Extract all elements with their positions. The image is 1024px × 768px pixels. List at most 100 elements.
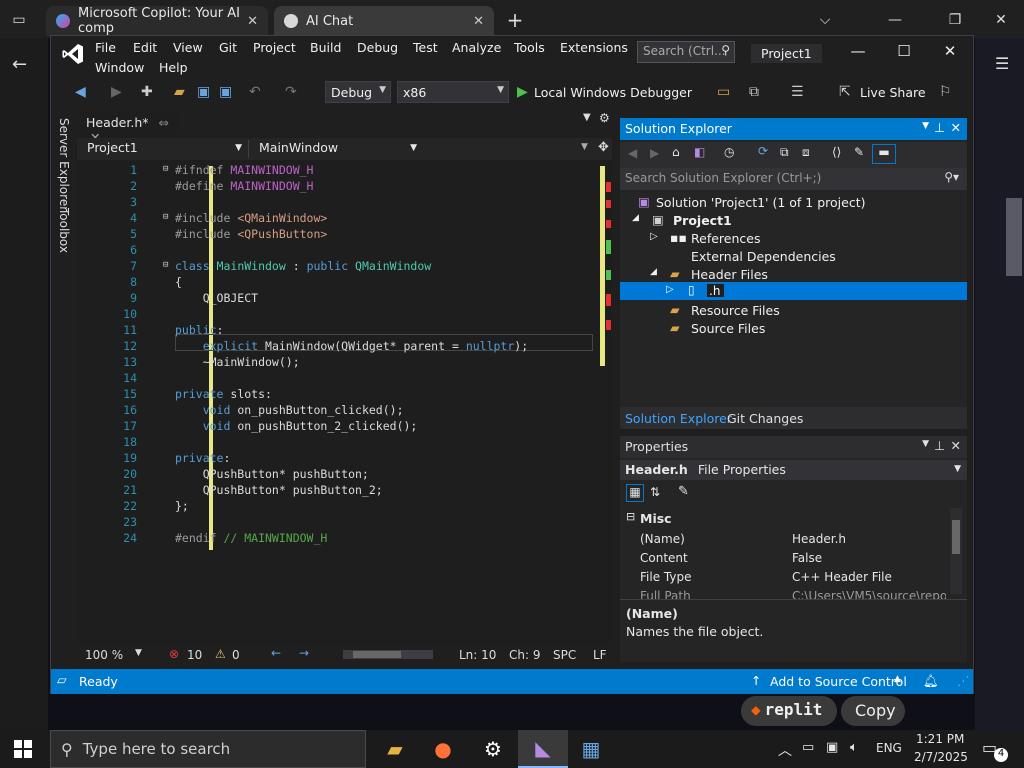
maximize-icon[interactable]: ☐ <box>889 42 919 60</box>
forward-icon[interactable]: ▶ <box>650 146 659 160</box>
configuration-select[interactable]: Debug ▼ <box>325 81 391 103</box>
close-icon[interactable]: ✕ <box>951 120 961 135</box>
notifications-icon[interactable]: 🔔︎ <box>923 673 939 689</box>
line-ending[interactable]: LF <box>593 648 607 662</box>
menu-file[interactable]: File <box>95 40 116 55</box>
pin-icon[interactable]: ⊥ <box>934 120 945 135</box>
warning-count[interactable]: 0 <box>232 648 240 662</box>
browser-tab-copilot[interactable]: Microsoft Copilot: Your AI comp ✕ <box>46 6 268 36</box>
menu-project[interactable]: Project <box>253 40 296 55</box>
tab-actions-icon[interactable]: ▭ <box>4 8 34 32</box>
zoom-dropdown-icon[interactable]: ▼ <box>135 648 142 658</box>
property-row[interactable]: (Name) Header.h <box>620 530 948 549</box>
code-line[interactable]: { <box>175 275 182 289</box>
menu-build[interactable]: Build <box>310 40 341 55</box>
tree-references[interactable]: References <box>691 231 760 246</box>
horizontal-scroll-thumb[interactable] <box>353 651 401 658</box>
menu-edit[interactable]: Edit <box>133 40 157 55</box>
save-all-icon[interactable]: ▣ <box>219 84 232 100</box>
code-line[interactable]: #endif // MAINWINDOW_H <box>175 531 327 545</box>
collapse-all-icon[interactable]: ⧉ <box>780 145 789 160</box>
prev-issue-icon[interactable]: ← <box>271 646 281 660</box>
menu-debug[interactable]: Debug <box>357 40 398 55</box>
menu-help[interactable]: Help <box>159 60 188 75</box>
properties-icon[interactable]: ✎ <box>854 145 864 159</box>
collapsed-chevron-icon[interactable]: ▷ <box>650 231 658 242</box>
code-line[interactable]: QPushButton* pushButton; <box>175 467 369 481</box>
code-view-icon[interactable]: ⟨⟩ <box>832 145 841 159</box>
property-row[interactable]: File Type C++ Header File <box>620 568 948 587</box>
back-icon[interactable]: ◀ <box>628 146 637 160</box>
menu-icon[interactable]: ☰ <box>995 54 1009 73</box>
settings-icon[interactable]: ⚙ <box>599 111 610 125</box>
save-icon[interactable]: ▣ <box>197 84 210 100</box>
redo-icon[interactable]: ↷ <box>285 84 297 100</box>
folder-icon[interactable]: ▭ <box>717 84 730 100</box>
pin-icon[interactable]: ⇔ <box>159 115 169 130</box>
tab-list-dropdown-icon[interactable]: ▼ <box>583 112 591 123</box>
error-count[interactable]: 10 <box>187 648 202 662</box>
panel-dropdown-icon[interactable]: ▼ <box>922 439 929 449</box>
tab-header-h[interactable]: Header.h* ⇔ ✕ <box>81 110 179 145</box>
live-share-button[interactable]: Live Share <box>860 85 926 100</box>
code-area[interactable]: 1 #ifndef MAINWINDOW_H 2 #define MAINWINDOW… <box>77 160 597 630</box>
categorized-icon[interactable]: ▦ <box>626 484 644 502</box>
close-icon[interactable]: ✕ <box>935 42 965 60</box>
chevron-down-icon[interactable]: ⌵ <box>810 8 840 32</box>
code-line[interactable]: #ifndef MAINWINDOW_H <box>175 163 313 177</box>
line-number[interactable]: Ln: 10 <box>459 648 496 662</box>
fold-toggle-icon[interactable]: ⊟ <box>163 212 168 222</box>
clock-time[interactable]: 1:21 PM <box>916 732 964 746</box>
vs-search-input[interactable]: Search (Ctrl... ⚲ <box>637 41 735 63</box>
alphabetical-icon[interactable]: ⇅ <box>650 485 660 499</box>
close-icon[interactable]: ✕ <box>951 438 961 453</box>
pending-changes-icon[interactable]: ◷ <box>724 145 734 159</box>
split-editor-icon[interactable]: ✥ <box>598 140 609 155</box>
nav-forward-icon[interactable]: ▶ <box>111 84 122 100</box>
menu-view[interactable]: View <box>173 40 203 55</box>
battery-icon[interactable]: ▭ <box>802 740 814 755</box>
refresh-icon[interactable]: ⟳ <box>758 144 768 158</box>
file-explorer-icon[interactable]: ▰ <box>370 730 420 768</box>
new-item-icon[interactable]: ✚ <box>141 84 153 100</box>
tab-solution-explorer[interactable]: Solution Explorer <box>625 411 732 426</box>
rename-input[interactable]: .h <box>706 283 725 298</box>
zoom-level[interactable]: 100 % <box>85 648 123 662</box>
code-line[interactable]: Q_OBJECT <box>175 291 258 305</box>
scope-nav-select[interactable]: MainWindow ▼ <box>255 140 421 158</box>
visual-studio-taskbar-icon[interactable]: ◣ <box>518 730 568 768</box>
menu-tools[interactable]: Tools <box>514 40 545 55</box>
whitespace-mode[interactable]: SPC <box>553 648 576 662</box>
minimize-icon[interactable]: — <box>843 42 873 60</box>
project-nav-select[interactable]: Project1 ▼ <box>83 140 249 158</box>
page-scrollbar-thumb[interactable] <box>1006 198 1022 276</box>
live-share-icon[interactable]: ⇱ <box>839 84 851 100</box>
expanded-chevron-icon[interactable]: ◢ <box>632 213 639 223</box>
windows-start-icon[interactable] <box>14 740 32 758</box>
preview-selected-icon[interactable]: ▬ <box>872 144 896 164</box>
platform-select[interactable]: x86 ▼ <box>397 81 509 103</box>
pin-icon[interactable]: ⊥ <box>934 438 945 453</box>
show-all-files-icon[interactable]: ⧈ <box>802 145 810 160</box>
property-pages-icon[interactable]: ✎ <box>678 484 689 499</box>
panel-dropdown-icon[interactable]: ▼ <box>922 121 929 131</box>
fold-toggle-icon[interactable]: ⊟ <box>163 164 168 174</box>
horizontal-scrollbar[interactable] <box>343 650 433 659</box>
next-issue-icon[interactable]: → <box>299 646 309 660</box>
collapse-category-icon[interactable]: ⊟ <box>626 510 635 523</box>
screenshot-icon[interactable]: ⧉ <box>749 84 759 100</box>
tree-source-files[interactable]: Source Files <box>691 321 765 336</box>
volume-muted-icon[interactable]: 🔈︎ <box>850 740 858 755</box>
copy-button[interactable]: Copy <box>841 696 905 726</box>
remote-desktop-icon[interactable]: ▦ <box>566 730 616 768</box>
menu-window[interactable]: Window <box>95 60 144 75</box>
network-icon[interactable]: ▣ <box>826 740 838 755</box>
tree-solution[interactable]: Solution 'Project1' (1 of 1 project) <box>656 195 865 210</box>
code-line[interactable]: void on_pushButton_2_clicked(); <box>175 419 418 433</box>
close-tab-icon[interactable]: ✕ <box>473 14 484 29</box>
tree-header-files[interactable]: Header Files <box>691 267 768 282</box>
menu-test[interactable]: Test <box>413 40 438 55</box>
code-line[interactable]: #include <QMainWindow> <box>175 211 327 225</box>
chevron-up-icon[interactable]: ︿ <box>778 740 792 760</box>
tree-resource-files[interactable]: Resource Files <box>691 303 780 318</box>
